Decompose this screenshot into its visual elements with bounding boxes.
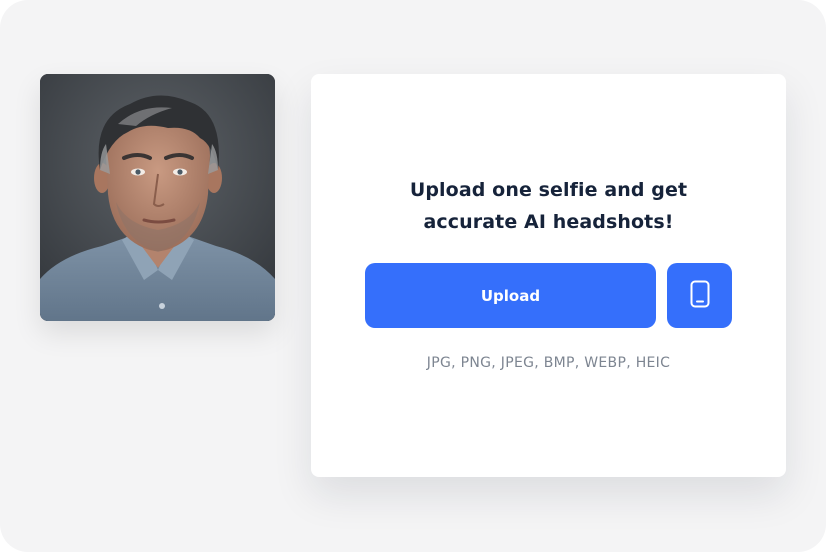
headline-line-2: accurate AI headshots! <box>423 211 674 233</box>
upload-from-phone-button[interactable] <box>667 263 732 328</box>
smartphone-icon <box>689 280 711 311</box>
upload-button[interactable]: Upload <box>365 263 656 328</box>
supported-formats-text: JPG, PNG, JPEG, BMP, WEBP, HEIC <box>426 355 671 371</box>
headline-line-1: Upload one selfie and get <box>409 179 688 201</box>
sample-portrait-photo <box>40 74 275 321</box>
page-background: Upload one selfie and get accurate AI he… <box>0 0 826 552</box>
upload-panel: Upload one selfie and get accurate AI he… <box>311 74 786 477</box>
upload-headline: Upload one selfie and get accurate AI he… <box>351 174 746 238</box>
